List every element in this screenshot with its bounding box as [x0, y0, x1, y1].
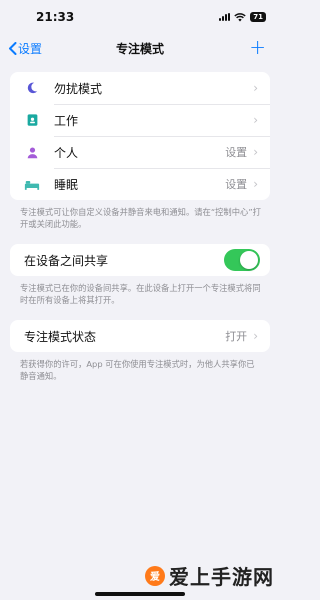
back-button[interactable]: 设置	[8, 40, 42, 57]
person-icon	[24, 144, 40, 160]
focus-mode-row-personal[interactable]: 个人 设置 ›	[10, 136, 270, 168]
battery-icon: 71	[250, 12, 266, 22]
focus-mode-list: 勿扰模式 › 工作 › 个人 设置 › 睡眠 设置 ›	[10, 72, 270, 200]
chevron-right-icon: ›	[253, 177, 258, 191]
moon-icon	[24, 80, 40, 96]
share-label: 在设备之间共享	[24, 253, 109, 268]
toggle-knob	[240, 251, 258, 269]
status-icons: 71	[219, 12, 266, 22]
focus-modes-footnote: 专注模式可让你自定义设备并静音来电和通知。请在“控制中心”打开或关闭此功能。	[20, 207, 261, 229]
add-focus-button[interactable]: +	[249, 37, 266, 57]
focus-mode-row-work[interactable]: 工作 ›	[10, 104, 270, 136]
share-toggle[interactable]	[224, 249, 260, 271]
status-time: 21:33	[36, 10, 75, 24]
status-bar: 21:33 71	[0, 0, 280, 34]
back-label: 设置	[18, 42, 43, 56]
focus-mode-row-sleep[interactable]: 睡眠 设置 ›	[10, 168, 270, 200]
chevron-right-icon: ›	[253, 145, 258, 159]
focus-status-footnote: 若获得你的许可，App 可在你使用专注模式时，为他人共享你已静音通知。	[20, 359, 255, 381]
focus-status-card: 专注模式状态 打开 ›	[10, 320, 270, 352]
share-across-devices-row: 在设备之间共享	[10, 244, 270, 276]
focus-status-label: 专注模式状态	[24, 329, 97, 344]
wifi-icon	[234, 12, 246, 21]
share-footnote: 专注模式已在你的设备间共享。在此设备上打开一个专注模式将同时在所有设备上将其打开…	[20, 283, 261, 305]
focus-mode-label: 勿扰模式	[54, 81, 103, 96]
watermark-logo-icon: 爱	[145, 565, 165, 586]
chevron-left-icon	[9, 42, 17, 55]
signal-icon	[219, 13, 231, 21]
chevron-right-icon: ›	[253, 81, 258, 95]
nav-bar: 设置 专注模式 +	[0, 34, 280, 62]
chevron-right-icon: ›	[253, 329, 258, 343]
watermark-text: 爱上手游网	[169, 565, 274, 589]
focus-mode-label: 工作	[54, 113, 79, 128]
focus-mode-label: 睡眠	[54, 177, 79, 192]
work-badge-icon	[24, 112, 40, 128]
focus-mode-label: 个人	[54, 145, 79, 160]
home-indicator	[95, 592, 185, 596]
chevron-right-icon: ›	[253, 113, 258, 127]
bed-icon	[24, 176, 40, 192]
focus-mode-value: 设置	[225, 146, 248, 159]
page-title: 专注模式	[115, 41, 164, 56]
focus-mode-row-dnd[interactable]: 勿扰模式 ›	[10, 72, 270, 104]
watermark: 爱 爱上手游网	[145, 561, 274, 590]
focus-status-value: 打开	[225, 330, 248, 343]
focus-mode-value: 设置	[225, 178, 248, 191]
focus-status-row[interactable]: 专注模式状态 打开 ›	[10, 320, 270, 352]
